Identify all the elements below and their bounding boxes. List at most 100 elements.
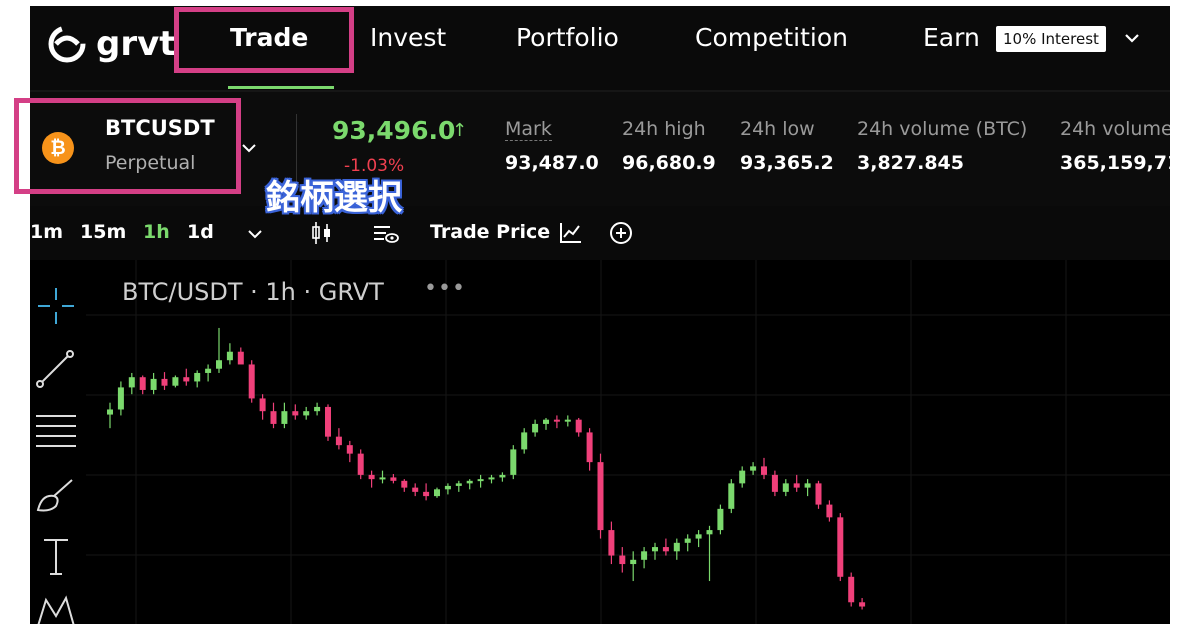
candle (543, 417, 549, 430)
candle-body (739, 470, 746, 484)
timeframe-1d[interactable]: 1d (187, 221, 214, 243)
24h-volume-value: 365,159,713 (1060, 152, 1170, 174)
candle-body (684, 538, 691, 543)
candle (477, 474, 484, 488)
candle (303, 406, 310, 420)
candle-body (466, 480, 473, 484)
brush-icon[interactable] (32, 468, 80, 516)
symbol-name[interactable]: BTCUSDT (105, 116, 215, 140)
candle-body (848, 576, 855, 603)
candle-body (346, 445, 353, 454)
candle-body (270, 411, 277, 424)
candle (412, 483, 419, 497)
candle (532, 419, 539, 437)
candle-body (335, 436, 342, 446)
candle (761, 457, 767, 480)
candle (619, 547, 626, 573)
candle (717, 504, 724, 535)
fib-retracement-icon[interactable] (32, 406, 80, 454)
nav-invest[interactable]: Invest (370, 23, 446, 52)
chevron-down-icon[interactable] (1122, 28, 1142, 48)
candle-body (259, 398, 266, 412)
candle (270, 402, 277, 429)
pattern-tool-icon[interactable] (32, 590, 80, 624)
candle-body (139, 377, 146, 390)
candle-body (172, 377, 179, 386)
candle-body (237, 351, 244, 365)
candle (771, 470, 778, 497)
trade-price-toggle[interactable]: Trade Price (430, 221, 550, 243)
candle (848, 572, 855, 607)
candle-body (292, 411, 299, 416)
chevron-down-icon[interactable] (240, 140, 258, 156)
candle (706, 525, 713, 582)
add-circle-icon[interactable] (608, 220, 634, 246)
candle (357, 449, 364, 480)
chart-legend-title: BTC/USDT · 1h · GRVT (122, 278, 384, 306)
timeframe-1h[interactable]: 1h (143, 221, 170, 243)
candle (259, 394, 266, 420)
nav-trade[interactable]: Trade (230, 23, 308, 52)
candle-body (194, 372, 201, 382)
candle (662, 538, 669, 556)
nav-portfolio[interactable]: Portfolio (516, 23, 619, 52)
candle (608, 521, 615, 565)
candle-body (128, 377, 135, 388)
candle (750, 462, 757, 475)
24h-volume-btc-label: 24h volume (BTC) (857, 118, 1028, 140)
candle (728, 479, 735, 514)
candle (586, 428, 593, 471)
chart-style-icon[interactable] (558, 220, 584, 246)
more-options-icon[interactable]: ••• (424, 276, 466, 301)
candle (488, 474, 495, 484)
timeframe-1m[interactable]: 1m (30, 221, 63, 243)
24h-high-label: 24h high (622, 118, 706, 140)
indicators-icon[interactable] (372, 220, 400, 246)
nav-earn[interactable]: Earn (923, 23, 980, 52)
candle-body (216, 360, 222, 369)
candle (641, 547, 648, 569)
candle (837, 513, 844, 582)
candlestick-icon[interactable] (310, 220, 334, 246)
chevron-down-icon[interactable] (246, 226, 264, 242)
top-navigation: grvt Trade Invest Portfolio Competition … (30, 6, 1170, 90)
candle (815, 480, 822, 509)
candle (673, 538, 680, 560)
candle (564, 415, 571, 427)
brand-logo[interactable]: grvt (42, 22, 176, 66)
candle-body (543, 419, 549, 424)
candle-body (575, 419, 582, 433)
candle-body (837, 517, 844, 577)
crosshair-icon[interactable] (32, 282, 80, 330)
candle-body (357, 453, 364, 475)
candle-body (728, 483, 735, 509)
candle-body (401, 480, 408, 488)
mark-price-value: 93,487.0 (505, 152, 599, 174)
candle-body (183, 377, 190, 382)
candle (455, 480, 462, 492)
candle-body (793, 483, 800, 488)
24h-low-value: 93,365.2 (740, 152, 834, 174)
timeframe-15m[interactable]: 15m (80, 221, 126, 243)
candle (325, 404, 331, 441)
candle (128, 372, 135, 395)
candle (597, 453, 604, 539)
candle (150, 372, 157, 395)
mark-price-label[interactable]: Mark (505, 118, 552, 141)
text-tool-icon[interactable] (32, 532, 80, 580)
chart-toolbar: 1m 15m 1h 1d Trade Price (30, 206, 1170, 260)
candle-body (564, 419, 571, 422)
trend-line-icon[interactable] (32, 344, 80, 392)
candle-body (488, 477, 495, 480)
grvt-logo-icon (48, 25, 86, 63)
brand-name: grvt (96, 24, 176, 64)
candle (205, 364, 212, 382)
candle (248, 360, 255, 403)
candle-body (619, 555, 626, 565)
candle-body (325, 406, 331, 437)
candle-body (379, 477, 386, 480)
nav-competition[interactable]: Competition (695, 23, 848, 52)
candle (401, 479, 408, 492)
price-chart[interactable]: BTC/USDT · 1h · GRVT ••• (30, 260, 1170, 624)
candle (183, 368, 190, 386)
